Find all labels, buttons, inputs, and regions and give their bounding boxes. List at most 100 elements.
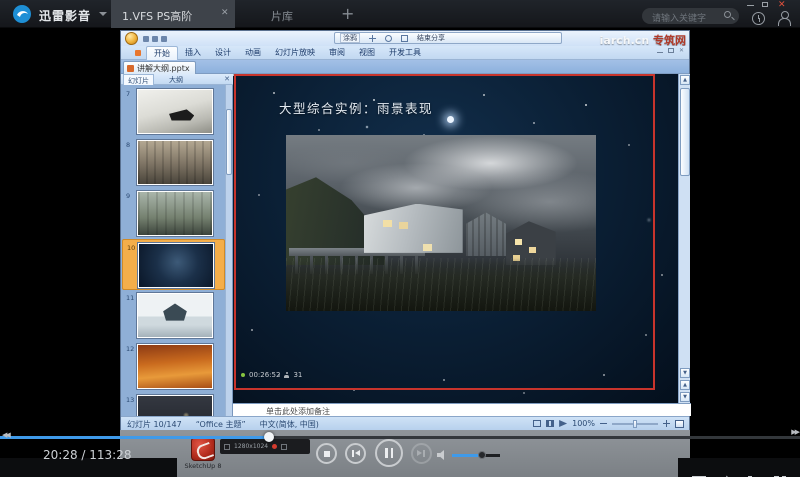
window-maximize-icon[interactable] — [762, 2, 768, 7]
pane-close-icon — [224, 75, 230, 83]
ribbon-tab-design: 设计 — [215, 48, 231, 57]
zoom-icon — [385, 34, 392, 42]
notes-pane: 单击此处添加备注 — [233, 403, 691, 416]
ribbon-tab-slideshow: 幻灯片放映 — [275, 48, 315, 57]
seek-bar-fill — [0, 436, 270, 439]
recording-toolbar: 1280x1024 — [220, 439, 310, 454]
tab-current-video[interactable]: 1.VFS PS高阶 — [111, 0, 235, 28]
ppt-window-controls — [657, 48, 685, 53]
slide-thumbnails: 7 8 9 10 11 12 13 — [121, 85, 233, 416]
scrollbar-thumb — [680, 88, 690, 176]
close-tab-icon[interactable] — [221, 9, 230, 18]
rec-resolution: 1280x1024 — [234, 443, 269, 450]
previous-button[interactable] — [345, 443, 366, 464]
recording-frame — [234, 74, 655, 390]
thumbnail-frame — [136, 139, 214, 186]
thumbnail-frame — [136, 292, 214, 339]
ribbon-tab-insert: 插入 — [185, 48, 201, 57]
titlebar: 迅雷影音 1.VFS PS高阶 片库 + 请输入关键字 — [0, 0, 800, 28]
slide-thumbnail: 12 — [122, 341, 225, 392]
ppt-document-name: 讲解大纲.pptx — [137, 63, 190, 73]
slide-thumbnail: 13 — [122, 392, 225, 416]
slide-thumbnail-current: 10 — [122, 239, 225, 290]
scroll-up-icon: ▲ — [680, 75, 690, 85]
window-minimize-icon[interactable] — [747, 5, 754, 6]
thumbnail-frame — [137, 242, 215, 289]
sorter-view-icon — [546, 420, 555, 427]
video-stage[interactable]: 涂鸦 结束分享 iarch.cn 专筑网 开始 插入 设计 动画 幻灯片放映 审… — [0, 28, 800, 477]
stop-button[interactable] — [316, 443, 337, 464]
viewers-icon — [284, 372, 290, 378]
ppt-slides-pane: 幻灯片 大纲 7 8 9 — [121, 74, 233, 416]
ppt-close-icon — [679, 48, 685, 53]
chevron-down-icon[interactable] — [99, 12, 107, 16]
ribbon-tab-view: 视图 — [359, 48, 375, 57]
user-account-icon[interactable] — [778, 11, 791, 26]
slide-number: 10 — [127, 244, 136, 252]
viewers-count: 31 — [293, 371, 303, 379]
office-button-icon — [125, 32, 138, 45]
language-indicator: 中文(简体, 中国) — [259, 419, 319, 429]
volume-handle[interactable] — [478, 451, 486, 459]
pause-button[interactable] — [375, 439, 403, 467]
skip-back-icon[interactable] — [2, 431, 9, 439]
search-icon[interactable] — [724, 11, 731, 18]
thumbnail-frame — [136, 88, 214, 135]
history-icon[interactable] — [752, 12, 765, 25]
ribbon-tab-review: 审阅 — [329, 48, 345, 57]
search-placeholder: 请输入关键字 — [652, 14, 707, 24]
slide-number: 12 — [126, 345, 135, 353]
slide-counter: 幻灯片 10/147 — [127, 419, 182, 429]
skip-forward-icon[interactable] — [791, 428, 798, 436]
slide-canvas: 大型综合实例：雨景表现 00:26:52 31 — [233, 74, 678, 403]
zoom-in-icon — [663, 420, 670, 427]
ppt-ribbon-tabs: 开始 插入 设计 动画 幻灯片放映 审阅 视图 开发工具 — [121, 45, 689, 60]
tab-label: 1.VFS PS高阶 — [122, 10, 193, 23]
app-name[interactable]: 迅雷影音 — [39, 7, 91, 24]
live-dot-icon — [241, 373, 245, 377]
thumbnail-frame — [136, 343, 214, 390]
video-frame: 涂鸦 结束分享 iarch.cn 专筑网 开始 插入 设计 动画 幻灯片放映 审… — [120, 28, 691, 477]
player-window: 迅雷影音 1.VFS PS高阶 片库 + 请输入关键字 — [0, 0, 800, 477]
thumbnail-frame — [136, 394, 214, 416]
next-slide-icon: ▼ — [680, 392, 690, 402]
pane-tab-outline: 大纲 — [169, 76, 183, 84]
zoom-slider — [612, 419, 658, 428]
pane-scrollbar-thumb — [226, 109, 232, 175]
playback-time: 20:28 / 113:28 — [43, 448, 132, 462]
slide-number: 7 — [126, 90, 131, 98]
slide-number: 8 — [126, 141, 131, 149]
scroll-down-icon: ▼ — [680, 368, 690, 378]
rec-indicator-icon — [135, 49, 141, 56]
status-right-controls: 100% — [533, 419, 684, 428]
end-share-button: 结束分享 — [417, 34, 445, 42]
stream-time: 00:26:52 — [249, 371, 281, 379]
stream-overlay: 00:26:52 31 — [241, 371, 302, 379]
slide-scrollbar: ▲ ▼ ▲ ▼ — [678, 74, 690, 403]
next-button[interactable] — [411, 443, 432, 464]
zoom-out-icon — [600, 423, 607, 424]
pane-scrollbar — [225, 85, 232, 416]
sketchup-label: SketchUp 8 — [184, 462, 222, 470]
new-tab-button[interactable]: + — [341, 4, 354, 23]
ribbon-tab-animation: 动画 — [245, 48, 261, 57]
sketchup-icon — [191, 437, 215, 461]
undo-icon — [152, 36, 158, 42]
slide-number: 9 — [126, 192, 131, 200]
seek-handle[interactable] — [264, 432, 274, 442]
slide-thumbnail: 11 — [122, 290, 225, 341]
window-close-icon[interactable] — [778, 0, 786, 10]
slide-thumbnail: 7 — [122, 86, 225, 137]
tab-library[interactable]: 片库 — [271, 8, 293, 24]
volume-icon[interactable] — [437, 450, 447, 460]
app-logo-icon[interactable] — [12, 4, 32, 24]
search-input[interactable]: 请输入关键字 — [642, 8, 739, 24]
theme-name: “Office 主题” — [195, 419, 246, 429]
rec-dot-icon — [272, 444, 278, 449]
ribbon-tab-developer: 开发工具 — [389, 48, 421, 57]
rec-grid-icon — [224, 443, 230, 450]
move-icon — [369, 34, 376, 42]
ppt-file-icon — [127, 64, 134, 72]
ppt-statusbar: 幻灯片 10/147 “Office 主题” 中文(简体, 中国) 100% — [121, 416, 689, 431]
ppt-titlebar: 涂鸦 结束分享 iarch.cn 专筑网 — [121, 31, 689, 47]
